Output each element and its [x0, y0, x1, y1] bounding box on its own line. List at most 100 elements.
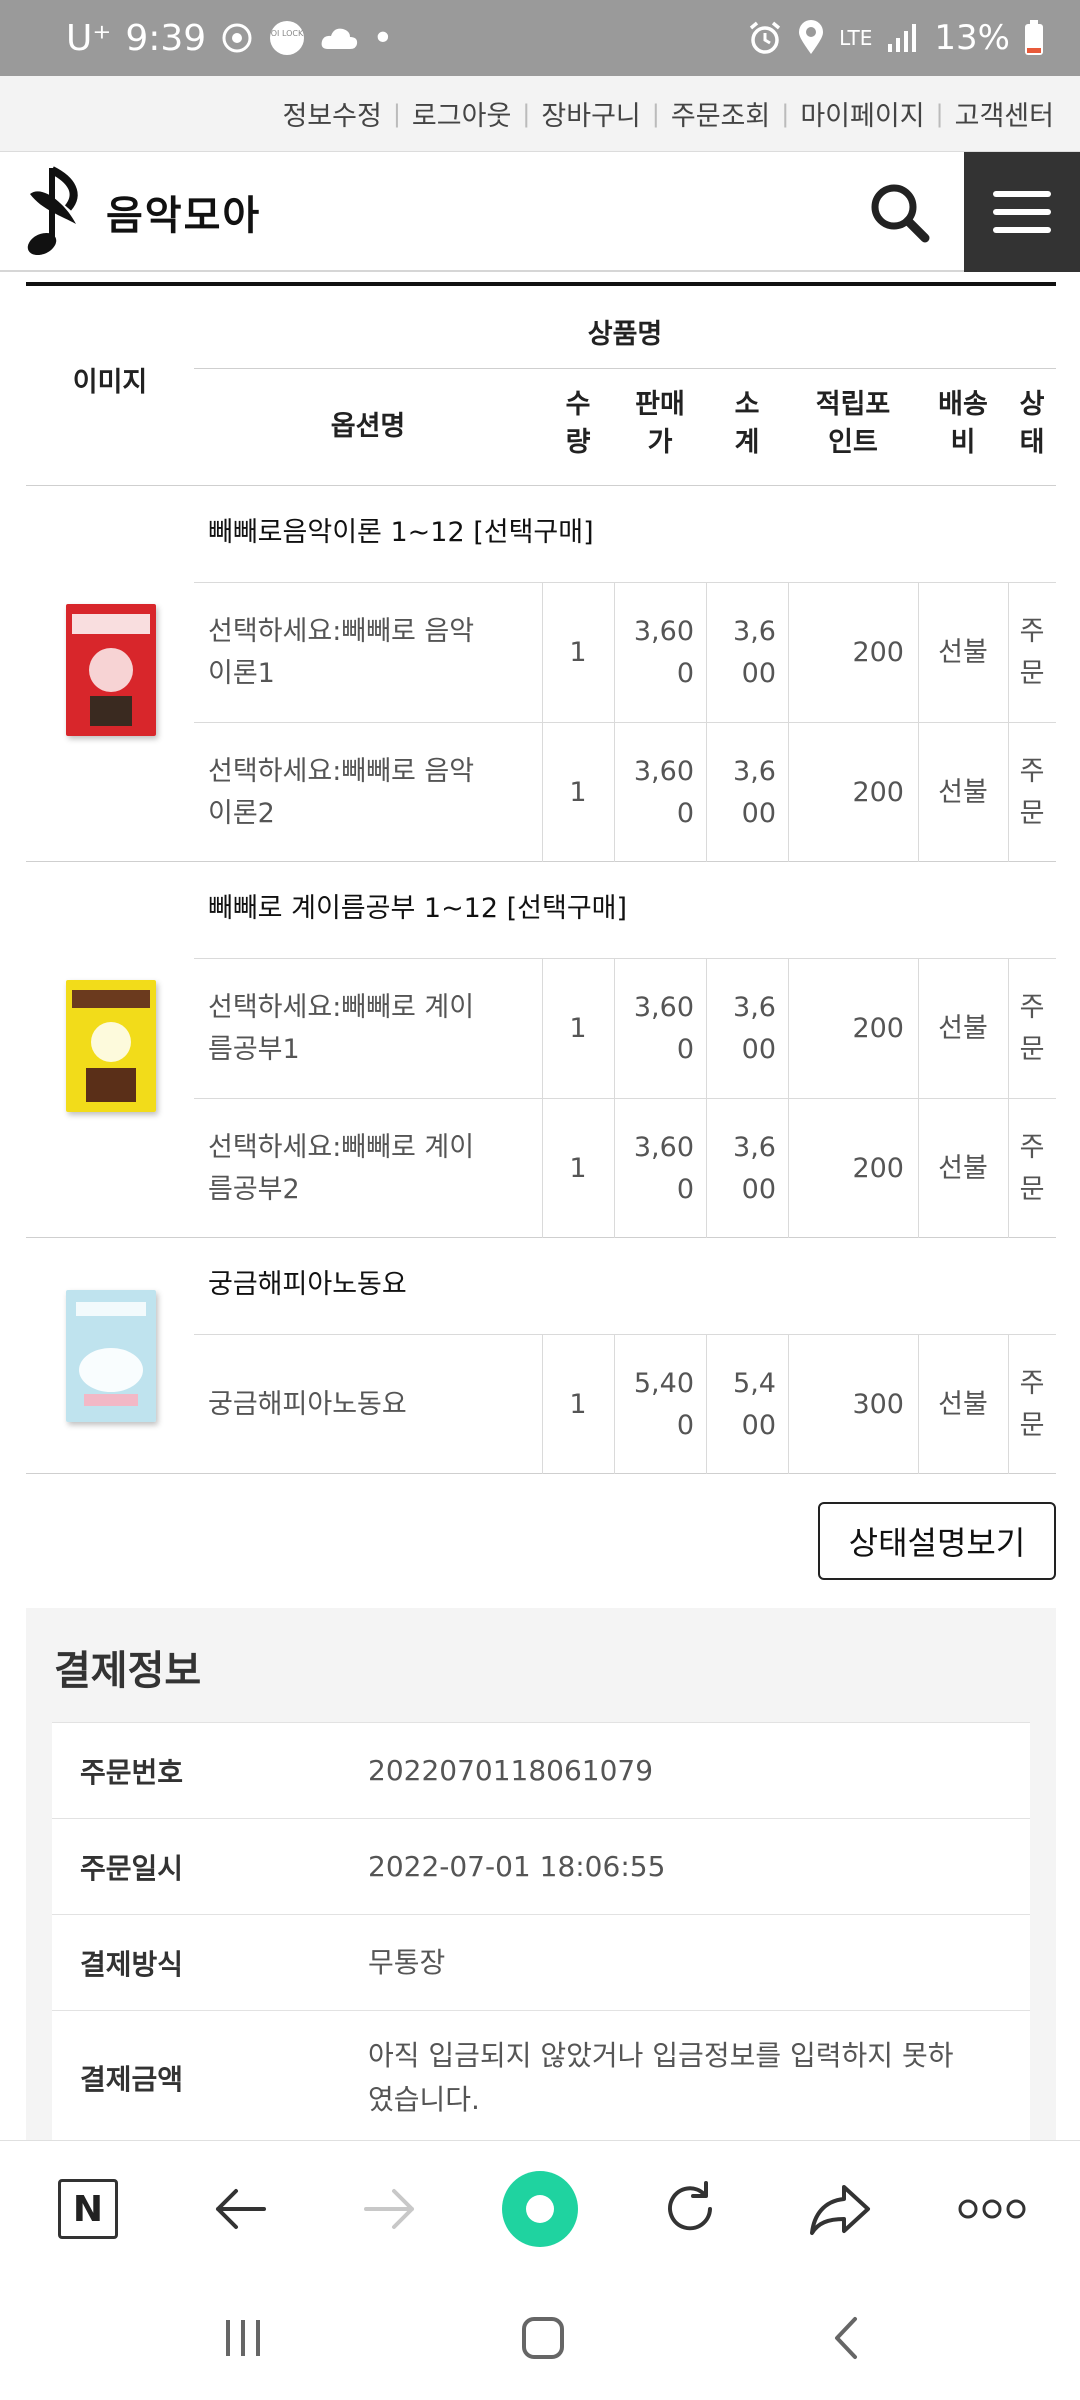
link-customer-center[interactable]: 고객센터	[955, 94, 1054, 133]
naver-home-button[interactable]: N	[48, 2169, 128, 2249]
recent-apps-button[interactable]	[208, 2308, 278, 2368]
option-name: 궁금해피아노동요	[208, 1388, 407, 1420]
link-order-lookup[interactable]: 주문조회	[671, 94, 770, 133]
option-name: 선택하세요:빼빼로 음악 이론2	[208, 755, 475, 829]
price-value: 3,60 0	[633, 1131, 694, 1205]
back-arrow-icon	[216, 2189, 266, 2229]
header-shipping: 배송 비	[938, 389, 988, 458]
network-type: LTE	[839, 26, 873, 50]
payment-label: 결제방식	[80, 1947, 184, 1981]
hamburger-line	[993, 191, 1051, 197]
shipping-value: 선불	[938, 1152, 988, 1184]
payment-row-amount: 결제금액 아직 입금되지 않았거나 입금정보를 입력하지 못하 였습니다.	[52, 2010, 1030, 2144]
more-icon	[958, 2199, 1026, 2219]
system-back-button[interactable]	[812, 2308, 882, 2368]
status-value: 주 문	[1019, 615, 1045, 689]
table-row: 선택하세요:빼빼로 음악 이론1 1 3,60 0 3,6 00 200 선불 …	[194, 582, 1056, 722]
subtotal-value: 5,4 00	[733, 1367, 776, 1441]
naver-n-icon: N	[58, 2179, 118, 2239]
header-qty: 수 량	[565, 389, 591, 458]
status-value: 주 문	[1019, 991, 1045, 1065]
home-icon	[522, 2317, 564, 2359]
music-note-logo-icon	[27, 166, 78, 256]
status-value: 주 문	[1019, 755, 1045, 829]
payment-label: 결제금액	[80, 2062, 184, 2096]
price-value: 3,60 0	[633, 615, 694, 689]
link-edit-info[interactable]: 정보수정	[282, 94, 381, 133]
svg-text:OI LOCK: OI LOCK	[271, 29, 304, 38]
order-items-table: 이미지 상품명 옵션명 수 량 판매 가 소 계 적립포 인트 배송 비 상 태…	[26, 272, 1056, 1580]
qty-value: 1	[569, 776, 587, 808]
price-value: 5,40 0	[633, 1367, 694, 1441]
signal-icon	[886, 22, 920, 54]
top-links: 정보수정 | 로그아웃 | 장바구니 | 주문조회 | 마이페이지 | 고객센터	[0, 76, 1080, 152]
table-row: 선택하세요:빼빼로 계이 름공부2 1 3,60 0 3,6 00 200 선불…	[194, 1098, 1056, 1238]
battery-icon	[1024, 20, 1044, 56]
share-icon	[810, 2185, 870, 2235]
system-nav-bar	[0, 2276, 1080, 2400]
option-name: 선택하세요:빼빼로 음악 이론1	[208, 615, 475, 689]
payment-row-order-number: 주문번호 2022070118061079	[52, 1722, 1030, 1818]
link-cart[interactable]: 장바구니	[541, 94, 640, 133]
status-value: 주 문	[1019, 1367, 1045, 1441]
price-value: 3,60 0	[633, 755, 694, 829]
shipping-value: 선불	[938, 776, 988, 808]
product-title[interactable]: 빼빼로 계이름공부 1~12 [선택구매]	[208, 886, 627, 925]
product-cover-image[interactable]	[66, 604, 156, 736]
table-row: 선택하세요:빼빼로 계이 름공부1 1 3,60 0 3,6 00 200 선불…	[194, 958, 1056, 1098]
back-button[interactable]	[200, 2169, 280, 2249]
table-header: 이미지 상품명 옵션명 수 량 판매 가 소 계 적립포 인트 배송 비 상 태	[26, 286, 1056, 486]
hamburger-line	[993, 227, 1051, 233]
subtotal-value: 3,6 00	[733, 991, 776, 1065]
home-button[interactable]	[508, 2308, 578, 2368]
green-dot-button[interactable]	[500, 2169, 580, 2249]
shipping-value: 선불	[938, 1388, 988, 1420]
time-label: 9:39	[125, 17, 207, 59]
price-value: 3,60 0	[633, 991, 694, 1065]
payment-row-order-date: 주문일시 2022-07-01 18:06:55	[52, 1818, 1030, 1914]
forward-button[interactable]	[350, 2169, 430, 2249]
points-value: 200	[852, 636, 904, 668]
table-row: 선택하세요:빼빼로 음악 이론2 1 3,60 0 3,6 00 200 선불 …	[194, 722, 1056, 862]
refresh-icon	[668, 2181, 712, 2231]
product-title[interactable]: 빼빼로음악이론 1~12 [선택구매]	[208, 510, 594, 549]
qty-value: 1	[569, 636, 587, 668]
payment-value: 아직 입금되지 않았거나 입금정보를 입력하지 못하 였습니다.	[368, 2038, 954, 2116]
link-mypage[interactable]: 마이페이지	[800, 94, 924, 133]
shipping-value: 선불	[938, 636, 988, 668]
hamburger-menu-button[interactable]	[964, 152, 1080, 272]
header-status: 상 태	[1019, 389, 1045, 458]
chevron-left-icon	[835, 2317, 857, 2359]
share-button[interactable]	[800, 2169, 880, 2249]
points-value: 300	[852, 1388, 904, 1420]
notification-dot: •	[372, 17, 394, 59]
subtotal-value: 3,6 00	[733, 615, 776, 689]
header-price: 판매 가	[635, 389, 685, 458]
forward-arrow-icon	[364, 2189, 414, 2229]
header-option-name: 옵션명	[330, 411, 406, 442]
sync-icon	[220, 21, 254, 55]
product-cover-image[interactable]	[66, 1290, 156, 1422]
refresh-button[interactable]	[650, 2169, 730, 2249]
qty-value: 1	[569, 1152, 587, 1184]
site-logo[interactable]: 음악모아	[22, 164, 261, 260]
status-explanation-button[interactable]: 상태설명보기	[818, 1502, 1056, 1580]
option-name: 선택하세요:빼빼로 계이 름공부2	[208, 1131, 475, 1205]
points-value: 200	[852, 1152, 904, 1184]
more-button[interactable]	[952, 2169, 1032, 2249]
payment-label: 주문일시	[80, 1851, 184, 1885]
payment-info-title: 결제정보	[54, 1648, 202, 1694]
header-subtotal: 소 계	[734, 389, 760, 458]
status-bar: U⁺ 9:39 OI LOCK • LTE 13%	[0, 0, 1080, 76]
link-logout[interactable]: 로그아웃	[412, 94, 511, 133]
product-title[interactable]: 궁금해피아노동요	[208, 1262, 407, 1301]
shipping-value: 선불	[938, 1012, 988, 1044]
points-value: 200	[852, 1012, 904, 1044]
carrier-label: U⁺	[66, 17, 112, 59]
product-cover-image[interactable]	[66, 980, 156, 1112]
search-icon	[871, 184, 930, 243]
payment-label: 주문번호	[80, 1755, 184, 1789]
payment-info-section: 결제정보 주문번호 2022070118061079 주문일시 2022-07-…	[26, 1608, 1056, 2148]
cloud-icon	[320, 25, 358, 51]
search-button[interactable]	[865, 178, 935, 248]
